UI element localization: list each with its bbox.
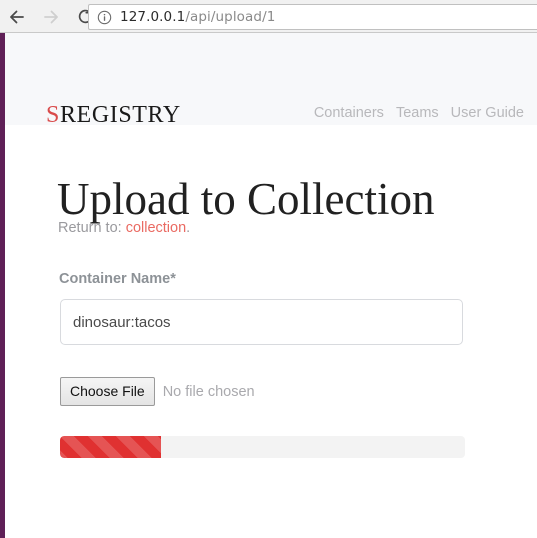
browser-toolbar: 127.0.0.1/api/upload/1 (0, 0, 537, 33)
site-nav-links: Containers Teams User Guide (314, 105, 524, 121)
file-upload-row: Choose File No file chosen (60, 377, 255, 406)
container-name-input[interactable] (60, 299, 463, 345)
no-file-chosen-text: No file chosen (162, 383, 255, 400)
page-title: Upload to Collection (57, 174, 435, 225)
url-host: 127.0.0.1 (120, 9, 186, 25)
site-logo[interactable]: SREGISTRY (46, 103, 181, 127)
left-accent-rail (0, 33, 5, 538)
return-to-line: Return to: collection. (58, 220, 190, 236)
return-to-suffix: . (186, 220, 191, 236)
browser-nav-buttons (0, 0, 102, 33)
container-name-label: Container Name* (59, 271, 176, 287)
nav-link-teams[interactable]: Teams (396, 105, 439, 121)
url-path: /api/upload/1 (185, 9, 276, 25)
address-bar-text: 127.0.0.1/api/upload/1 (120, 9, 275, 25)
page-content: Upload to Collection Return to: collecti… (5, 125, 537, 538)
nav-link-user-guide[interactable]: User Guide (451, 105, 524, 121)
info-circle-icon[interactable] (97, 10, 112, 25)
browser-window: 127.0.0.1/api/upload/1 SREGISTRY Contain… (0, 0, 537, 538)
forward-button (34, 0, 68, 33)
back-button[interactable] (0, 0, 34, 33)
collection-link[interactable]: collection (126, 220, 186, 236)
back-arrow-icon (8, 8, 26, 26)
return-to-prefix: Return to: (58, 220, 126, 236)
upload-progress-bar (60, 436, 465, 458)
choose-file-button[interactable]: Choose File (60, 377, 155, 406)
upload-progress-fill (60, 436, 162, 458)
address-bar[interactable]: 127.0.0.1/api/upload/1 (88, 4, 537, 30)
nav-link-containers[interactable]: Containers (314, 105, 384, 121)
site-navbar: SREGISTRY Containers Teams User Guide (5, 33, 537, 127)
forward-arrow-icon (42, 8, 60, 26)
